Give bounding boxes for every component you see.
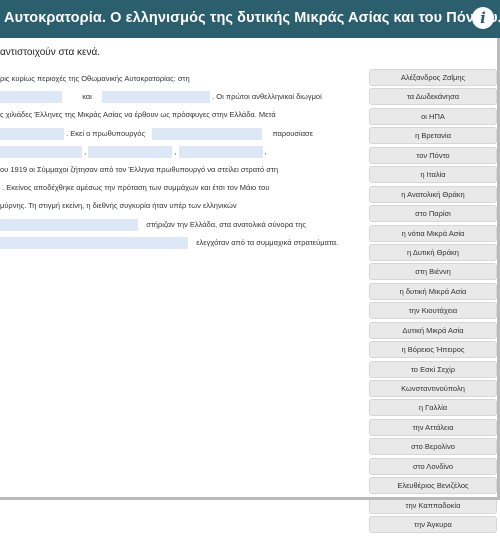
text-segment: παρουσίασε [272, 128, 313, 138]
option-chip[interactable]: στο Βερολίνο [369, 438, 497, 456]
text-line: και . Οι πρώτοι ανθελληνικοί διωγμοί [0, 88, 362, 106]
header-bar: Αυτοκρατορία. Ο ελληνισμός της δυτικής Μ… [0, 0, 500, 38]
text-line: ς χιλιάδες Έλληνες της Μικράς Ασίας να έ… [0, 106, 362, 124]
cloze-text: ρις κυρίως περιοχές της Οθωμανικής Αυτοκ… [0, 70, 362, 252]
blank-field[interactable] [152, 127, 263, 140]
option-chip[interactable]: την Κιουτάχεια [369, 302, 497, 320]
blank-field[interactable] [0, 127, 64, 140]
page-title: Αυτοκρατορία. Ο ελληνισμός της δυτικής Μ… [4, 10, 500, 26]
text-line: στήριζαν την Ελλάδα, στα ανατολικά σύνορ… [0, 216, 362, 234]
option-chip[interactable]: τα Δωδεκάνησα [369, 88, 497, 106]
instructions-text: αντιστοιχούν στα κενά. [0, 47, 101, 58]
option-chip[interactable]: η δυτική Μικρά Ασία [369, 282, 497, 300]
text-segment: ρις κυρίως περιοχές της Οθωμανικής Αυτοκ… [0, 74, 190, 83]
option-chip[interactable]: η νότια Μικρά Ασία [369, 224, 497, 242]
text-line: μύρνης. Τη στιγμή εκείνη, η διεθνής συγκ… [0, 197, 362, 215]
text-segment: ου 1919 οι Σύμμαχοι ζήτησαν από τον Έλλη… [0, 164, 279, 174]
option-chip[interactable]: η Δυτική Θράκη [369, 243, 497, 261]
text-segment: ς χιλιάδες Έλληνες της Μικράς Ασίας να έ… [0, 110, 276, 120]
info-icon[interactable]: i [472, 7, 494, 29]
blank-field[interactable] [0, 218, 138, 231]
option-chip[interactable]: στη Βιέννη [369, 263, 497, 281]
option-chip[interactable]: την Άγκυρα [369, 516, 497, 534]
blank-field[interactable] [0, 236, 188, 249]
text-segment: , [84, 146, 87, 156]
option-chip[interactable]: Αλέξανδρος Ζαΐμης [369, 69, 497, 86]
blank-field[interactable] [88, 145, 173, 158]
option-chip[interactable]: η Βόρειος Ήπειρος [369, 341, 497, 359]
options-list: Αλέξανδρος Ζαΐμης τα Δωδεκάνησα οι ΗΠΑ η Βρ… [369, 69, 497, 536]
blank-field[interactable] [178, 145, 263, 158]
option-chip[interactable]: η Γαλλία [369, 399, 497, 417]
text-line: ρις κυρίως περιοχές της Οθωμανικής Αυτοκ… [0, 70, 362, 88]
text-line: . Εκεί ο πρωθυπουργός παρουσίασε [0, 125, 362, 143]
option-chip[interactable]: την Αττάλεια [369, 418, 497, 436]
option-chip[interactable]: η Ανατολική Θράκη [369, 185, 497, 203]
text-line: ελεγχόταν από τα συμμαχικά στρατεύματα. [0, 234, 362, 252]
text-segment: στήριζαν την Ελλάδα, στα ανατολικά σύνορ… [146, 219, 307, 229]
text-segment: και [82, 92, 92, 102]
option-chip[interactable]: Δυτική Μικρά Ασία [369, 321, 497, 339]
text-segment: μύρνης. Τη στιγμή εκείνη, η διεθνής συγκ… [0, 201, 237, 211]
option-chip[interactable]: στο Παρίσι [369, 205, 497, 223]
option-chip[interactable]: η Ιταλία [369, 166, 497, 184]
blank-field[interactable] [102, 91, 211, 104]
option-chip[interactable]: το Εσκί Σεχίρ [369, 360, 497, 378]
option-chip[interactable]: Ελευθέριος Βενιζέλος [369, 477, 497, 495]
text-segment: . Εκείνος αποδέχθηκε αμέσως την πρόταση … [2, 183, 270, 193]
option-chip[interactable]: η Βρετανία [369, 127, 497, 145]
blank-field[interactable] [0, 91, 62, 104]
text-segment: . Εκεί ο πρωθυπουργός [66, 128, 146, 138]
text-line: . Εκείνος αποδέχθηκε αμέσως την πρόταση … [0, 179, 362, 197]
text-segment: . Οι πρώτοι ανθελληνικοί διωγμοί [212, 92, 322, 102]
text-segment: , [174, 146, 177, 156]
option-chip[interactable]: τον Πόντο [369, 146, 497, 164]
text-segment: , [264, 146, 267, 156]
option-chip[interactable]: οι ΗΠΑ [369, 107, 497, 125]
option-chip[interactable]: στο Λονδίνο [369, 457, 497, 475]
text-line: ου 1919 οι Σύμμαχοι ζήτησαν από τον Έλλη… [0, 161, 362, 179]
text-segment: ελεγχόταν από τα συμμαχικά στρατεύματα. [196, 237, 339, 247]
option-chip[interactable]: Κωνσταντινούπολη [369, 380, 497, 397]
blank-field[interactable] [0, 145, 82, 158]
text-line: , , , [0, 143, 362, 161]
